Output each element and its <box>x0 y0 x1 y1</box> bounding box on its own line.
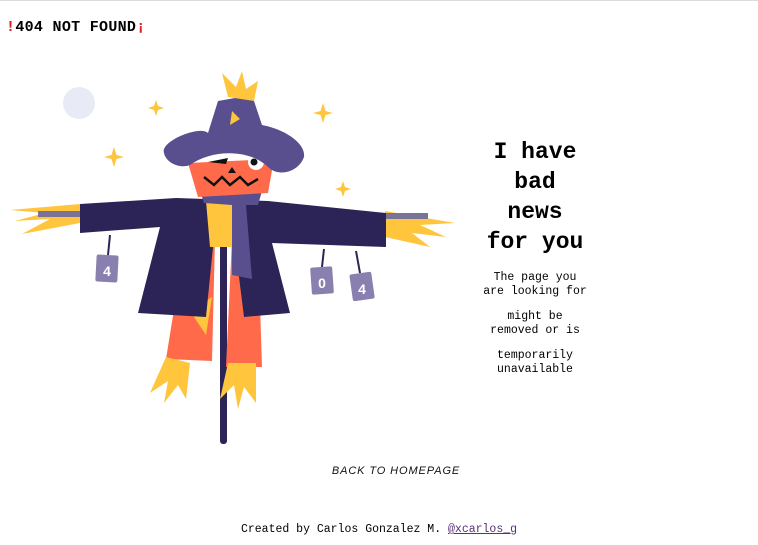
author-handle-link[interactable]: @xcarlos_g <box>448 523 517 536</box>
page-title-text: 404 NOT FOUND <box>15 19 137 36</box>
description-line: The page you <box>493 271 577 284</box>
page-title: !404 NOT FOUND¡ <box>6 19 146 36</box>
can-label-2: 0 <box>318 275 326 291</box>
description-line: removed or is <box>490 324 580 337</box>
headline-line: bad <box>514 169 556 195</box>
description-line: are looking for <box>483 285 587 298</box>
description-paragraph: The page you are looking for <box>466 271 604 299</box>
headline-line: for you <box>486 229 584 255</box>
description-line: might be <box>507 310 563 323</box>
headline-line: news <box>507 199 563 225</box>
footer: Created by Carlos Gonzalez M. @xcarlos_g <box>0 523 758 536</box>
exclamation-open-mark: ! <box>6 19 16 36</box>
description-paragraph: temporarily unavailable <box>466 349 604 377</box>
can-label-1: 4 <box>103 263 111 279</box>
error-message: I have bad news for you The page you are… <box>466 137 604 377</box>
description-line: temporarily <box>497 349 573 362</box>
headline-line: I have <box>493 139 577 165</box>
can-label-3: 4 <box>358 281 366 297</box>
headline: I have bad news for you <box>466 137 604 257</box>
footer-credit: Created by Carlos Gonzalez M. <box>240 523 449 536</box>
description-line: unavailable <box>497 363 573 376</box>
moon-icon <box>63 87 95 119</box>
description-paragraph: might be removed or is <box>466 310 604 338</box>
scarecrow-illustration: 4 0 4 <box>10 71 455 444</box>
hat-icon <box>163 95 305 173</box>
pole <box>220 241 227 444</box>
back-to-homepage-button[interactable]: BACK TO HOMEPAGE <box>314 465 478 477</box>
exclamation-close-mark: ¡ <box>136 19 146 36</box>
hat-straw <box>222 71 258 101</box>
left-foot-straw <box>150 357 190 403</box>
left-straw <box>10 204 80 234</box>
